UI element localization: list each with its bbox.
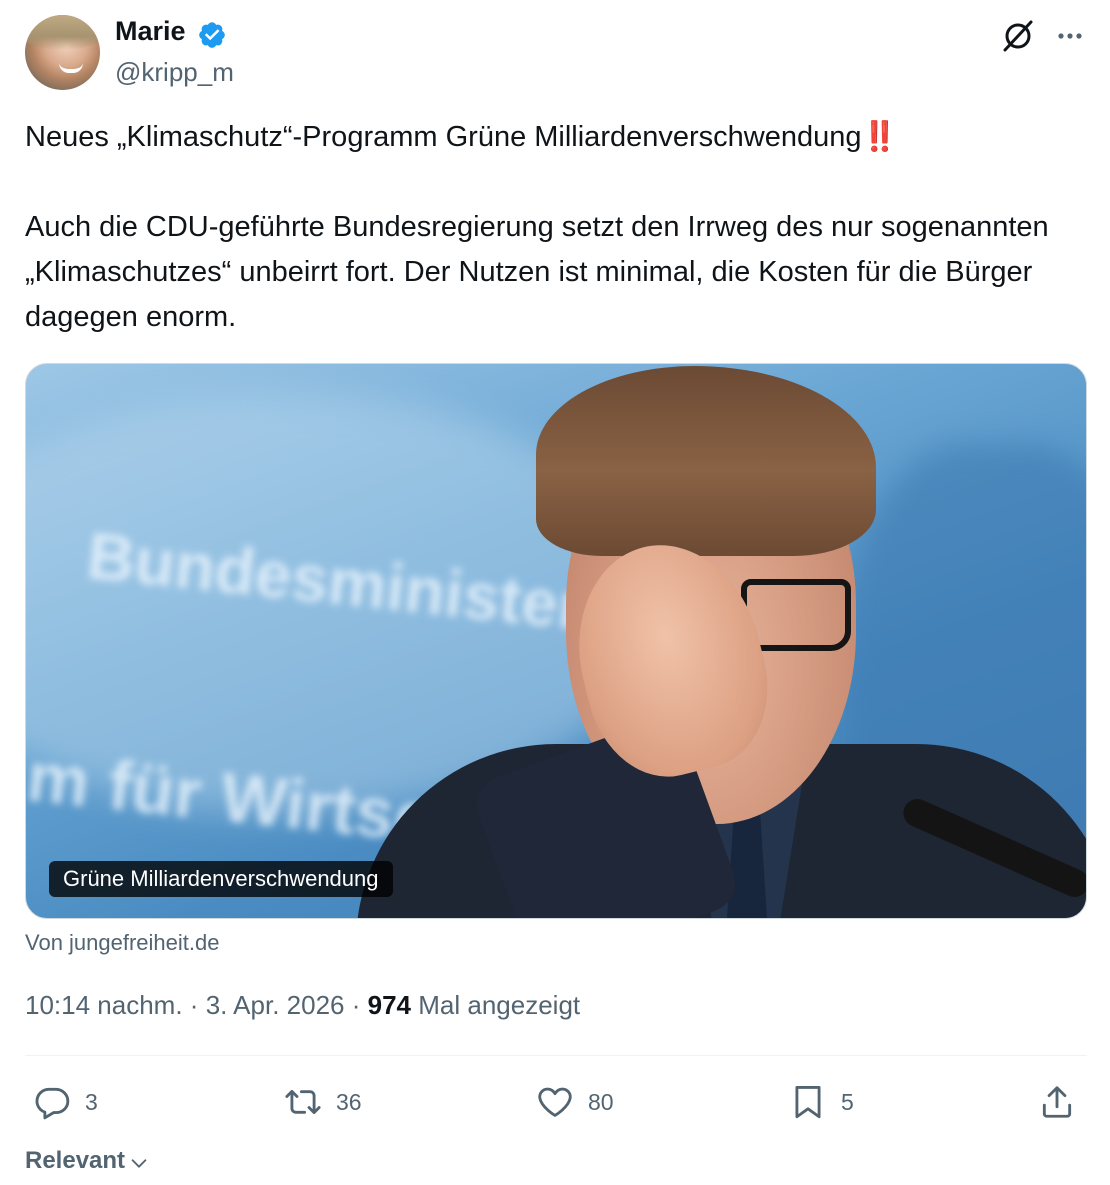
share-button[interactable] (1038, 1080, 1076, 1124)
tweet-meta: 10:14 nachm. · 3. Apr. 2026 · 974 Mal an… (25, 990, 581, 1020)
reply-icon (35, 1087, 70, 1120)
repost-icon (285, 1089, 321, 1115)
tweet-text-headline: Neues „Klimaschutz“-Programm Grüne Milli… (25, 115, 898, 160)
repost-button[interactable]: 36 (284, 1080, 362, 1124)
tweet: Marie @kripp_m Neues „Klimaschutz“-Progr… (0, 0, 1110, 1185)
repost-count: 36 (336, 1088, 362, 1115)
like-count: 80 (588, 1088, 614, 1115)
sort-label: Relevant (25, 1147, 126, 1174)
verified-badge-icon (199, 22, 225, 48)
tweet-time[interactable]: 10:14 nachm. (25, 990, 183, 1020)
views-label: Mal angezeigt (418, 990, 581, 1020)
card-source[interactable]: Von jungefreiheit.de (25, 930, 220, 956)
reply-count: 3 (85, 1088, 98, 1115)
heart-icon (538, 1087, 572, 1117)
display-name[interactable]: Marie (115, 16, 186, 47)
bookmark-count: 5 (841, 1088, 854, 1115)
bookmark-button[interactable]: 5 (789, 1080, 854, 1124)
double-exclamation-emoji: ‼️ (861, 121, 897, 153)
tweet-text-paragraph: Auch die CDU-geführte Bundesregierung se… (25, 211, 1049, 333)
reply-button[interactable]: 3 (33, 1080, 98, 1124)
share-icon (1042, 1086, 1072, 1118)
divider (25, 1055, 1087, 1056)
link-card-image[interactable]: Bundesministerium m für Wirtschaft Grüne… (25, 363, 1087, 919)
tweet-date[interactable]: 3. Apr. 2026 (206, 990, 345, 1020)
sort-replies-dropdown[interactable]: Relevant (25, 1147, 150, 1175)
tweet-headline-text: Neues „Klimaschutz“-Programm Grüne Milli… (25, 121, 862, 153)
bookmark-icon (795, 1086, 821, 1119)
avatar[interactable] (25, 15, 100, 90)
handle[interactable]: @kripp_m (115, 57, 234, 88)
grok-icon[interactable] (1000, 18, 1036, 54)
like-button[interactable]: 80 (536, 1080, 614, 1124)
chevron-down-icon (131, 1159, 147, 1168)
views-count: 974 (367, 990, 412, 1020)
card-caption: Grüne Milliardenverschwendung (49, 861, 393, 897)
more-icon[interactable] (1054, 20, 1086, 52)
